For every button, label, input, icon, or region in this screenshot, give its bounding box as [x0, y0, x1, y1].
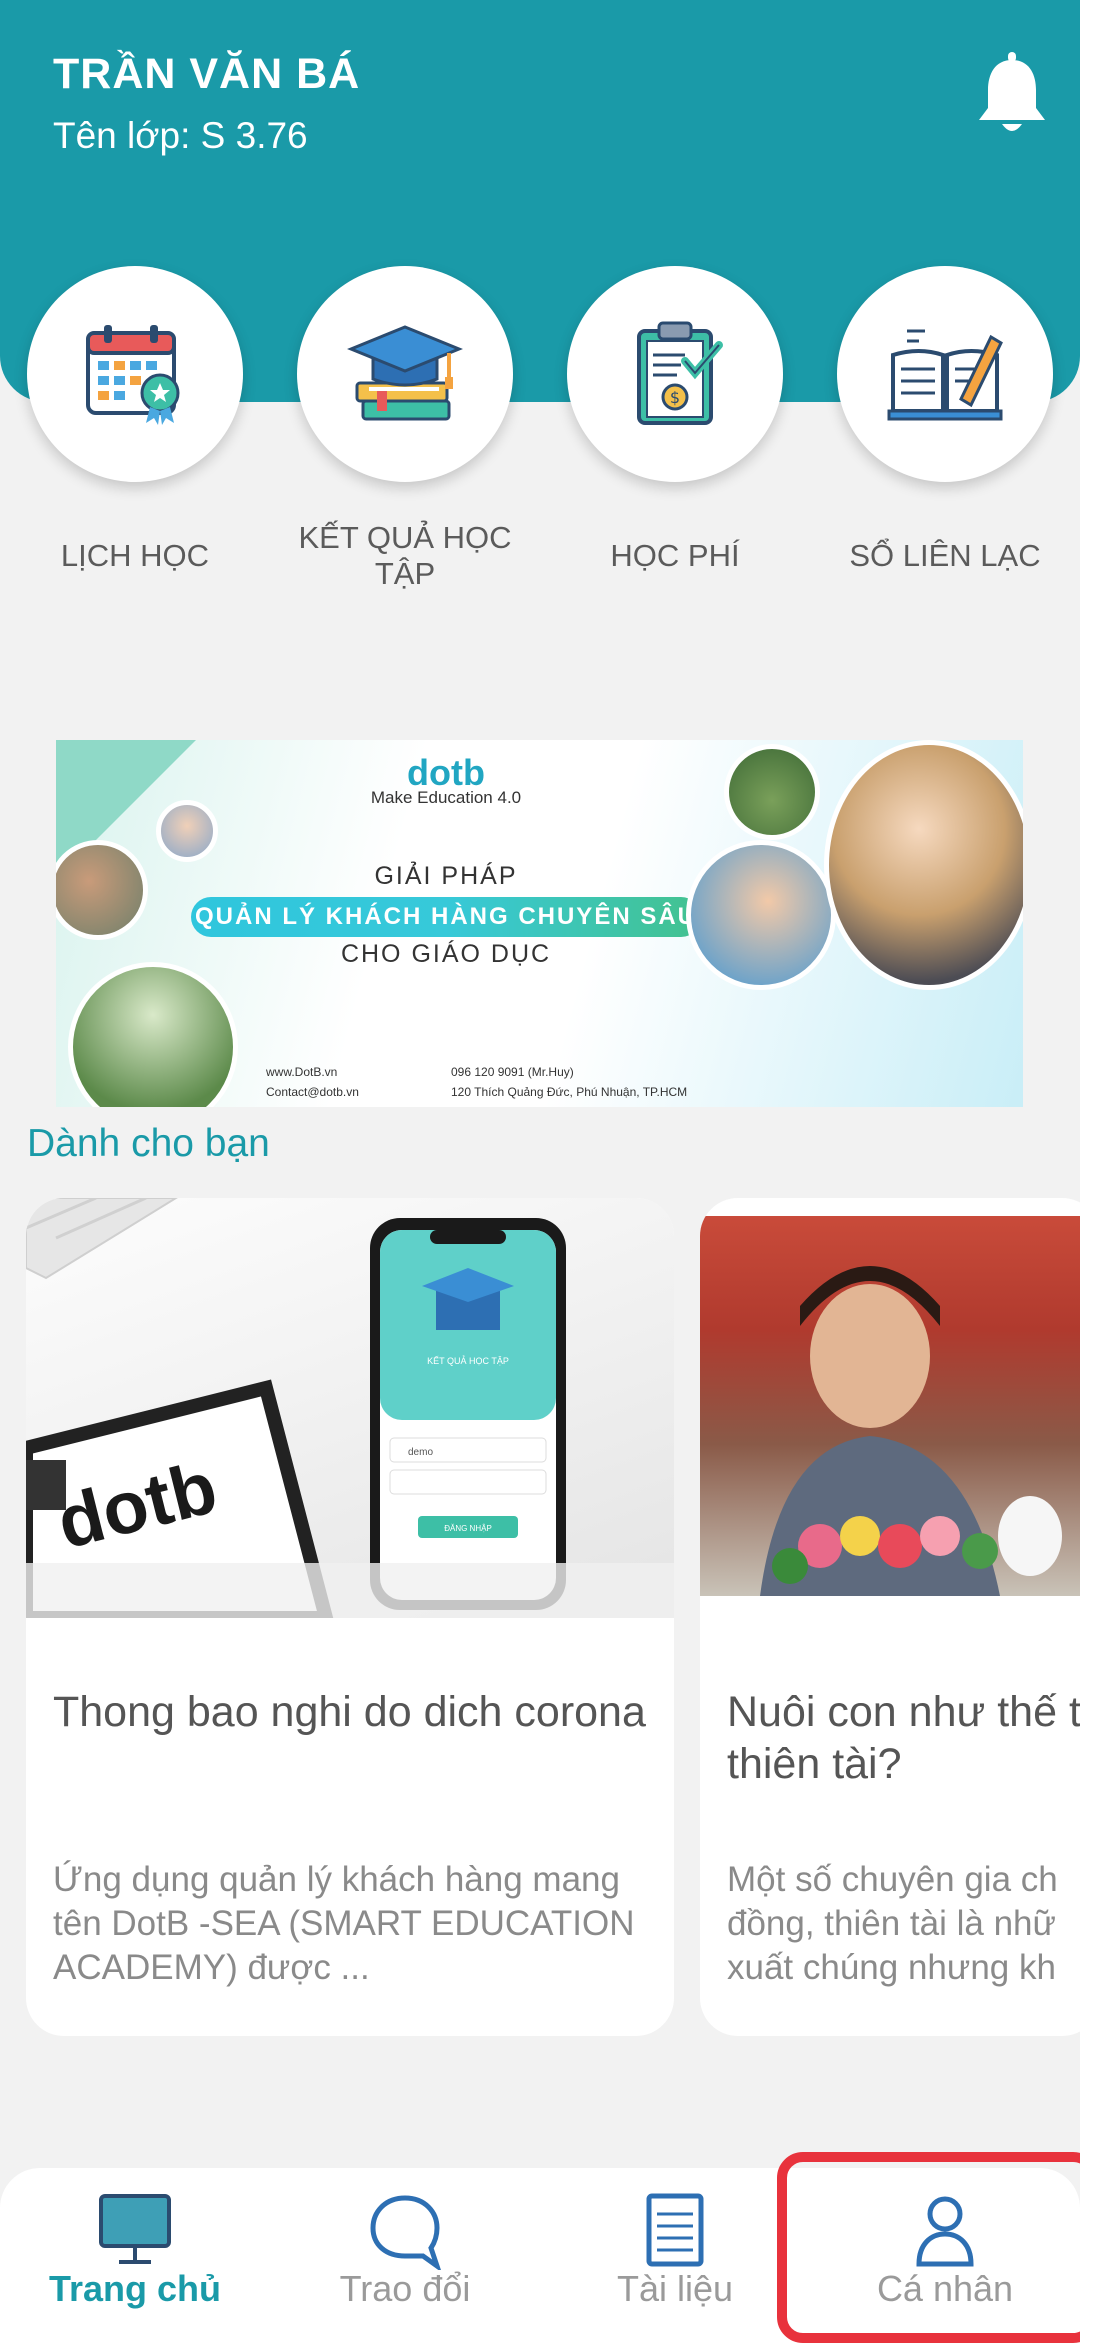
- document-icon: [646, 2193, 704, 2267]
- menu-item-tuition[interactable]: $ HỌC PHÍ: [540, 266, 810, 626]
- bell-icon[interactable]: [975, 52, 1049, 136]
- app-screen: TRẦN VĂN BÁ Tên lớp: S 3.76 LỊCH HỌC KẾT…: [0, 0, 1080, 2346]
- highlight-annotation: [777, 2152, 1080, 2343]
- menu-circle: [297, 266, 513, 482]
- calendar-icon: [86, 325, 180, 425]
- nav-label: Trang chủ: [48, 2268, 222, 2309]
- menu-label: LỊCH HỌC: [60, 538, 210, 573]
- menu-label: KẾT QUẢ HỌC TẬP: [298, 520, 512, 591]
- banner-email: Contact@dotb.vn: [266, 1085, 359, 1099]
- phone-screen-title: KẾT QUẢ HỌC TẬP: [427, 1355, 509, 1366]
- nav-label: Trao đổi: [339, 2268, 471, 2309]
- menu-item-schedule[interactable]: LỊCH HỌC: [0, 266, 270, 626]
- article-illustration: dotb KẾT QUẢ HỌC TẬP demo ĐĂNG NHẬP: [26, 1198, 674, 1618]
- phone-login-button: ĐĂNG NHẬP: [444, 1524, 492, 1533]
- nav-item-documents[interactable]: Tài liệu: [540, 2168, 810, 2346]
- menu-label: SỔ LIÊN LẠC: [849, 538, 1041, 573]
- nav-item-home[interactable]: Trang chủ: [0, 2168, 270, 2346]
- chat-bubble-icon: [370, 2195, 441, 2270]
- banner-phone: 096 120 9091 (Mr.Huy): [451, 1065, 574, 1079]
- svg-text:$: $: [670, 388, 680, 407]
- screen-edge: [1080, 0, 1100, 2346]
- graduation-books-icon: [347, 325, 463, 421]
- phone-username-field: demo: [408, 1447, 433, 1458]
- menu-item-results[interactable]: KẾT QUẢ HỌC TẬP: [270, 266, 540, 626]
- banner-photo: [68, 962, 238, 1107]
- banner-address: 120 Thích Quảng Đức, Phú Nhuận, TP.HCM: [451, 1085, 688, 1099]
- class-name: Tên lớp: S 3.76: [53, 115, 308, 156]
- menu-circle: [27, 266, 243, 482]
- article-image: dotb KẾT QUẢ HỌC TẬP demo ĐĂNG NHẬP: [26, 1198, 674, 1618]
- banner-photo: [724, 744, 820, 840]
- menu-item-contact-book[interactable]: SỔ LIÊN LẠC: [810, 266, 1080, 626]
- nav-item-chat[interactable]: Trao đổi: [270, 2168, 540, 2346]
- banner-photo: [156, 800, 218, 862]
- monitor-icon: [99, 2194, 171, 2264]
- article-description: Một số chuyên gia ch đồng, thiên tài là …: [727, 1860, 1058, 1987]
- user-name: TRẦN VĂN BÁ: [53, 50, 361, 98]
- promo-banner[interactable]: dotb Make Education 4.0 GIẢI PHÁP QUẢN L…: [56, 740, 1023, 1107]
- banner-website: www.DotB.vn: [266, 1065, 338, 1079]
- article-title: Thong bao nghi do dich corona: [53, 1688, 646, 1736]
- open-book-pen-icon: [887, 329, 1003, 421]
- article-title: Nuôi con như thế thành thiên tài?: [727, 1688, 1080, 1788]
- article-image: [700, 1216, 1080, 1596]
- nav-label: Tài liệu: [616, 2268, 734, 2309]
- menu-circle: $: [567, 266, 783, 482]
- article-photo: [760, 1266, 1062, 1596]
- banner-photo: [56, 840, 148, 940]
- banner-photo: [824, 740, 1023, 990]
- banner-heading-2: QUẢN LÝ KHÁCH HÀNG CHUYÊN SÂU: [191, 897, 701, 937]
- banner-photo: [686, 840, 836, 990]
- section-title: Dành cho bạn: [27, 1122, 270, 1165]
- menu-circle: [837, 266, 1053, 482]
- article-description: Ứng dụng quản lý khách hàng mang tên Dot…: [53, 1860, 635, 1987]
- tuition-clipboard-icon: $: [637, 321, 723, 425]
- menu-label: HỌC PHÍ: [610, 538, 740, 573]
